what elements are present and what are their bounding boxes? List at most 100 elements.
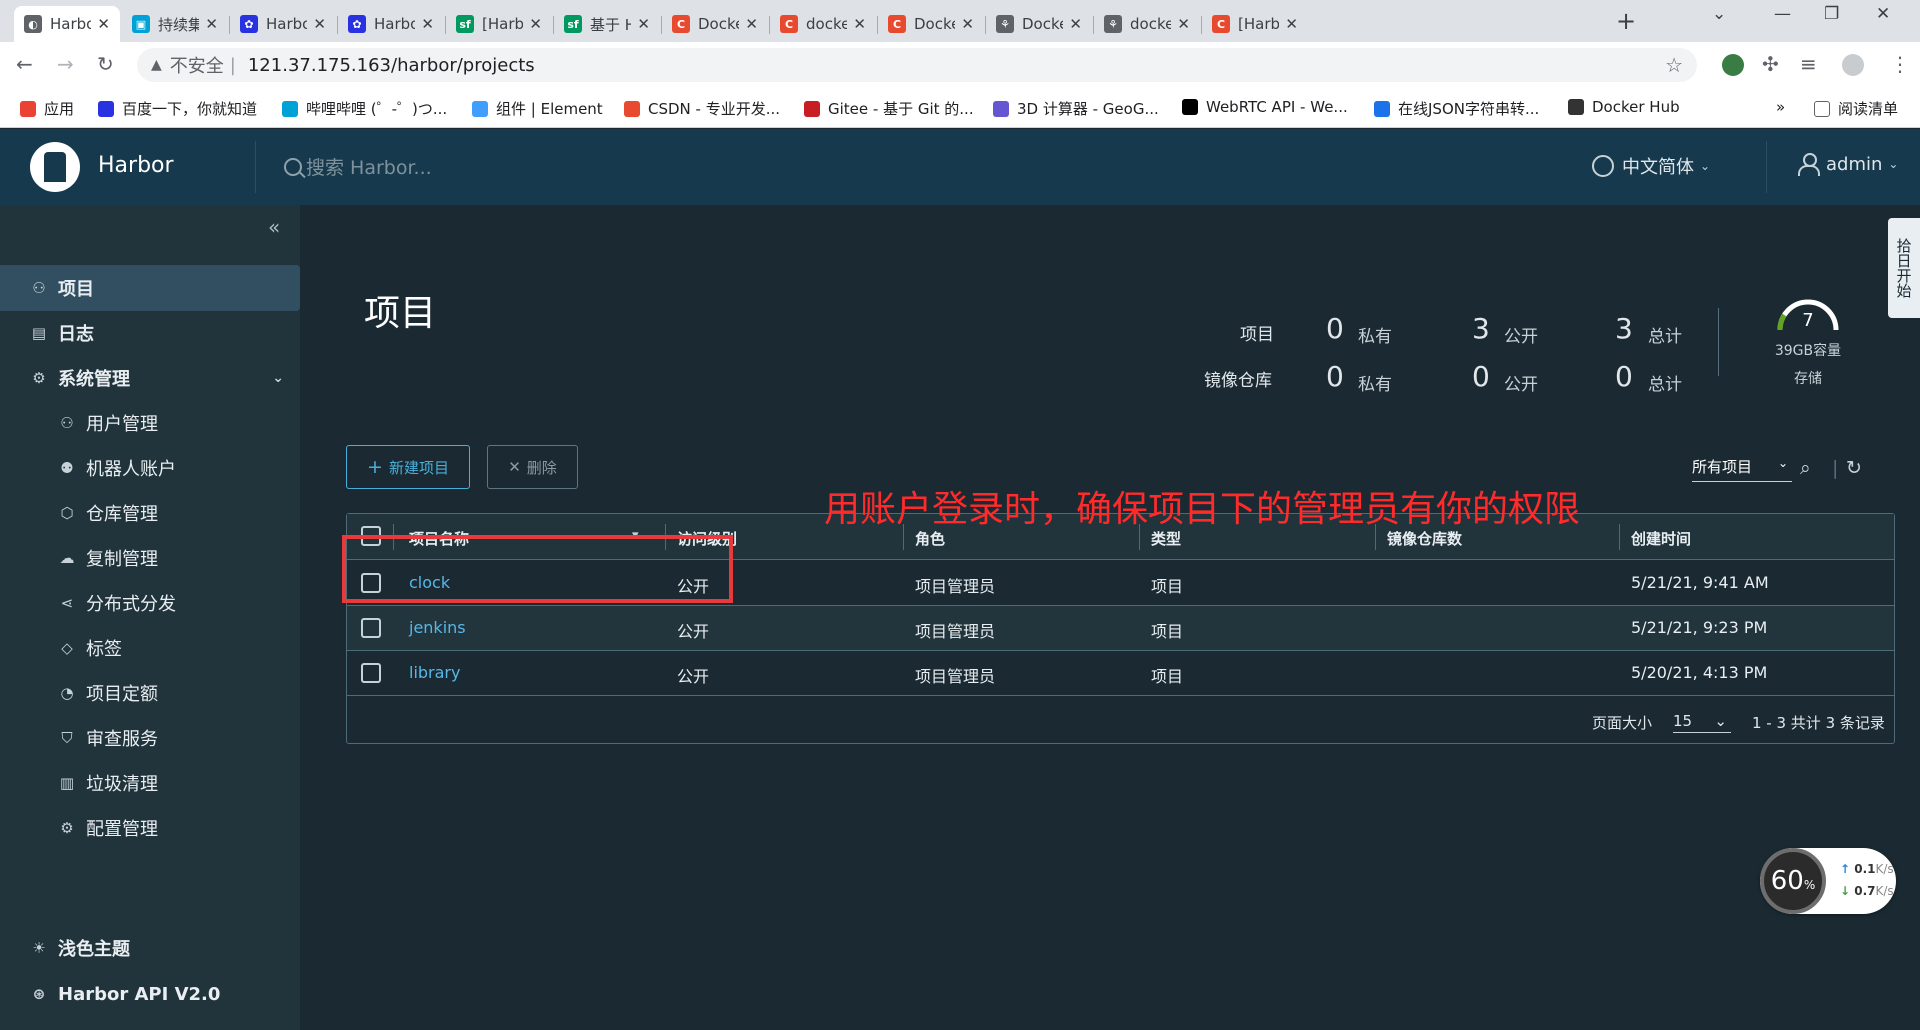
page-size-select[interactable]: 15 ⌄ — [1673, 712, 1731, 733]
sidebar-item-label: 标签 — [86, 639, 122, 660]
theme-toggle[interactable]: ☀ 浅色主题 — [0, 925, 300, 971]
sidebar-item[interactable]: ▥ 垃圾清理 — [0, 760, 300, 806]
brand-name[interactable]: Harbor — [98, 153, 174, 178]
close-tab-icon[interactable]: ✕ — [637, 15, 650, 33]
sidebar-item[interactable]: ☁ 复制管理 — [0, 535, 300, 581]
row-checkbox[interactable] — [361, 663, 381, 683]
side-widget-tab[interactable]: 拾日开始 — [1888, 218, 1920, 318]
api-link[interactable]: ⊛ Harbor API V2.0 — [0, 971, 300, 1017]
browser-tab[interactable]: ⚘ docker ✕ — [1094, 6, 1200, 42]
tab-search-icon[interactable]: ⌄ — [1712, 4, 1726, 24]
refresh-icon[interactable]: ↻ — [1846, 457, 1862, 479]
close-tab-icon[interactable]: ✕ — [745, 15, 758, 33]
browser-tab[interactable]: ◐ Harbor ✕ — [14, 6, 120, 42]
bookmark-star-icon[interactable]: ☆ — [1665, 53, 1683, 77]
sidebar-item[interactable]: ⚇ 用户管理 — [0, 400, 300, 446]
media-icon[interactable]: ≡ — [1800, 52, 1817, 76]
bookmark-item[interactable]: 应用 — [20, 98, 74, 119]
sidebar-item[interactable]: ◔ 项目定额 — [0, 670, 300, 716]
sidebar-item[interactable]: ⬡ 仓库管理 — [0, 490, 300, 536]
sidebar-item[interactable]: ⚙ 配置管理 — [0, 805, 300, 851]
reload-icon[interactable]: ↻ — [97, 52, 114, 76]
browser-tab[interactable]: ✿ Harbor ✕ — [338, 6, 444, 42]
bookmark-label: WebRTC API - We... — [1206, 98, 1348, 116]
sidebar-item[interactable]: ⚉ 机器人账户 — [0, 445, 300, 491]
harbor-logo-icon[interactable] — [30, 142, 80, 192]
browser-tab[interactable]: ▣ 持续集成 ✕ — [122, 6, 228, 42]
reading-list[interactable]: 阅读清单 — [1814, 98, 1898, 119]
chevron-down-icon: ⌄ — [1700, 159, 1711, 173]
project-filter-select[interactable]: 所有项目 ⌄ — [1692, 456, 1792, 482]
language-selector[interactable]: 中文简体 ⌄ — [1592, 153, 1710, 179]
browser-tab[interactable]: sf [Harbor ✕ — [446, 6, 552, 42]
close-tab-icon[interactable]: ✕ — [97, 15, 110, 33]
new-project-button[interactable]: + 新建项目 — [346, 445, 470, 489]
browser-tab[interactable]: C Docker ✕ — [878, 6, 984, 42]
projects-private-count: 0 — [1326, 312, 1344, 345]
table-cell: 公开 — [677, 667, 710, 686]
bookmarks-bar: » 阅读清单 应用 百度一下，你就知道 哔哩哔哩 (゜-゜)つ... 组件 | Ele… — [0, 88, 1920, 128]
close-tab-icon[interactable]: ✕ — [529, 15, 542, 33]
bookmark-label: 组件 | Element — [496, 100, 603, 118]
global-search[interactable]: 搜索 Harbor... — [284, 153, 432, 180]
user-menu[interactable]: admin ⌄ — [1798, 153, 1898, 176]
column-header[interactable]: 创建时间 — [1631, 528, 1691, 549]
bookmark-item[interactable]: 百度一下，你就知道 — [98, 98, 257, 119]
bookmark-item[interactable]: WebRTC API - We... — [1182, 98, 1348, 116]
bookmark-item[interactable]: CSDN - 专业开发... — [624, 98, 780, 119]
search-placeholder[interactable]: 搜索 Harbor... — [306, 153, 432, 180]
sidebar-item[interactable]: ◇ 标签 — [0, 625, 300, 671]
delete-button[interactable]: ✕ 删除 — [487, 445, 578, 489]
browser-menu-icon[interactable]: ⋮ — [1890, 52, 1910, 76]
bookmark-item[interactable]: Gitee - 基于 Git 的... — [804, 98, 974, 119]
new-tab-button[interactable]: + — [1612, 8, 1640, 36]
maximize-icon[interactable]: ❐ — [1824, 4, 1839, 24]
stats-divider — [1718, 308, 1719, 376]
table-row[interactable]: jenkins 公开 项目管理员 项目 5/21/21, 9:23 PM — [347, 606, 1894, 651]
collapse-sidebar-icon[interactable]: « — [268, 215, 280, 239]
extension-icon[interactable] — [1722, 54, 1744, 76]
forward-icon[interactable]: → — [57, 52, 74, 76]
sidebar-item[interactable]: ⚇ 项目 — [0, 265, 300, 311]
close-tab-icon[interactable]: ✕ — [961, 15, 974, 33]
close-tab-icon[interactable]: ✕ — [1177, 15, 1190, 33]
sidebar-item[interactable]: ⚙ 系统管理 ⌄ — [0, 355, 300, 401]
close-tab-icon[interactable]: ✕ — [205, 15, 218, 33]
bookmark-item[interactable]: 组件 | Element — [472, 98, 603, 119]
close-tab-icon[interactable]: ✕ — [313, 15, 326, 33]
puzzle-icon[interactable]: ✣ — [1762, 52, 1779, 76]
row-checkbox[interactable] — [361, 618, 381, 638]
chevron-down-icon[interactable]: ⌄ — [272, 370, 284, 386]
back-icon[interactable]: ← — [16, 52, 33, 76]
browser-tab[interactable]: Cdocker ✕ — [770, 6, 876, 42]
minimize-icon[interactable]: — — [1774, 4, 1791, 24]
browser-tab[interactable]: ⚘ Docker ✕ — [986, 6, 1092, 42]
url-text[interactable]: 121.37.175.163/harbor/projects — [248, 55, 535, 76]
close-window-icon[interactable]: ✕ — [1876, 4, 1890, 24]
close-tab-icon[interactable]: ✕ — [1069, 15, 1082, 33]
close-tab-icon[interactable]: ✕ — [1285, 15, 1298, 33]
profile-avatar[interactable] — [1842, 54, 1864, 76]
sidebar-item[interactable]: ⋖ 分布式分发 — [0, 580, 300, 626]
new-project-label: 新建项目 — [388, 458, 449, 477]
browser-tab[interactable]: C [Harbor ✕ — [1202, 6, 1308, 42]
username: admin — [1826, 153, 1883, 175]
bookmark-item[interactable]: 在线JSON字符串转... — [1374, 98, 1539, 119]
url-omnibox[interactable]: ▲ 不安全 | 121.37.175.163/harbor/projects ☆ — [137, 48, 1697, 82]
browser-tab[interactable]: C Docker ✕ — [662, 6, 768, 42]
bookmark-item[interactable]: 3D 计算器 - GeoG... — [993, 98, 1159, 119]
page-title: 项目 — [364, 293, 437, 334]
bookmark-item[interactable]: 哔哩哔哩 (゜-゜)つ... — [282, 98, 447, 119]
project-name-link[interactable]: jenkins — [409, 618, 466, 637]
close-tab-icon[interactable]: ✕ — [853, 15, 866, 33]
sidebar-item[interactable]: ⛉ 审查服务 — [0, 715, 300, 761]
project-name-link[interactable]: library — [409, 663, 460, 682]
bookmarks-more-icon[interactable]: » — [1776, 98, 1785, 116]
close-tab-icon[interactable]: ✕ — [421, 15, 434, 33]
browser-tab[interactable]: sf 基于 Ha ✕ — [554, 6, 660, 42]
table-row[interactable]: library 公开 项目管理员 项目 5/20/21, 4:13 PM — [347, 651, 1894, 696]
bookmark-item[interactable]: Docker Hub — [1568, 98, 1680, 116]
search-icon[interactable]: ⌕ — [1800, 457, 1811, 479]
sidebar-item[interactable]: ▤ 日志 — [0, 310, 300, 356]
browser-tab[interactable]: ✿ Harbor ✕ — [230, 6, 336, 42]
